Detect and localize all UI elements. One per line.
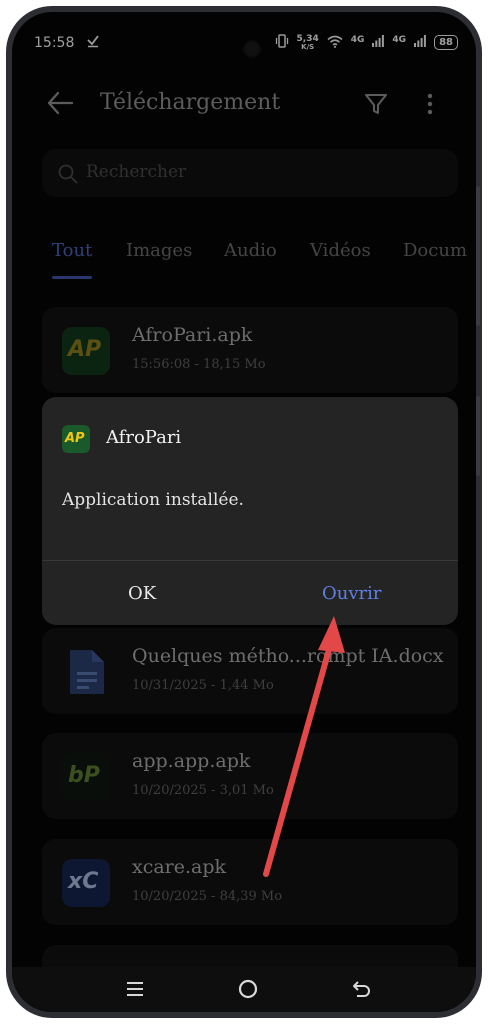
home-icon[interactable] (238, 979, 258, 1003)
annotation-arrow (263, 616, 345, 877)
phone-frame: 15:58 5,34 K/S 4G 4G 88 Téléchargement R… (6, 6, 482, 1018)
menu-icon[interactable] (126, 981, 144, 1001)
system-nav-bar (12, 967, 476, 1012)
back-icon[interactable] (352, 979, 372, 1003)
power-button (476, 396, 480, 476)
screen: 15:58 5,34 K/S 4G 4G 88 Téléchargement R… (12, 12, 476, 1012)
volume-button (476, 186, 480, 326)
